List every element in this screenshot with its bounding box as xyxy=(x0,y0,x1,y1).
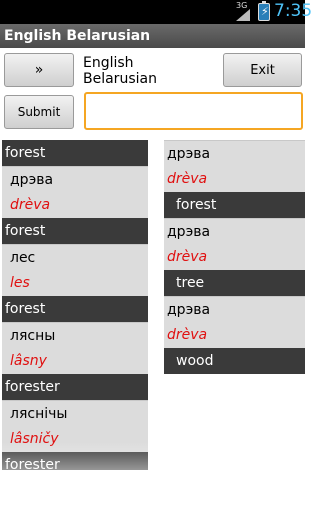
exit-button[interactable]: Exit xyxy=(223,53,302,87)
cyrillic-translation[interactable]: дрэва xyxy=(164,140,305,166)
english-result[interactable]: tree xyxy=(164,270,305,296)
search-input[interactable] xyxy=(84,92,303,130)
language-pair-label: English Belarusian xyxy=(83,55,157,87)
battery-charging-icon: ⚡ xyxy=(258,1,270,21)
entry-word[interactable]: forester xyxy=(2,374,148,400)
transliteration[interactable]: drèva xyxy=(2,192,148,218)
cyrillic-translation[interactable]: ляснічы xyxy=(2,400,148,426)
english-result[interactable]: forest xyxy=(164,192,305,218)
cyrillic-translation[interactable]: дрэва xyxy=(164,218,305,244)
signal-icon xyxy=(236,9,250,21)
cyrillic-translation[interactable]: дрэва xyxy=(164,296,305,322)
translation-list[interactable]: дрэва drèva forest дрэва drèva tree дрэва drèva… xyxy=(164,140,305,375)
cyrillic-translation[interactable]: дрэва xyxy=(2,166,148,192)
list-fade-overlay xyxy=(0,442,160,512)
entry-word[interactable]: forest xyxy=(2,296,148,322)
english-result[interactable]: wood xyxy=(164,348,305,374)
app-title: English Belarusian xyxy=(4,28,151,44)
entry-word[interactable]: forest xyxy=(2,140,148,166)
transliteration[interactable]: drèva xyxy=(164,244,305,270)
transliteration[interactable]: les xyxy=(2,270,148,296)
swap-language-button[interactable]: » xyxy=(4,53,74,87)
cyrillic-translation[interactable]: лес xyxy=(2,244,148,270)
transliteration[interactable]: drèva xyxy=(164,322,305,348)
entry-word[interactable]: forest xyxy=(2,218,148,244)
transliteration[interactable]: lâsny xyxy=(2,348,148,374)
word-list[interactable]: forest дрэва drèva forest лес les forest лясны l… xyxy=(2,140,148,470)
title-bar: English Belarusian xyxy=(0,24,305,48)
transliteration[interactable]: drèva xyxy=(164,166,305,192)
cyrillic-translation[interactable]: лясны xyxy=(2,322,148,348)
status-bar: 3G ⚡ 7:35 xyxy=(0,0,312,24)
clock: 7:35 xyxy=(274,1,313,21)
submit-button[interactable]: Submit xyxy=(4,95,74,129)
